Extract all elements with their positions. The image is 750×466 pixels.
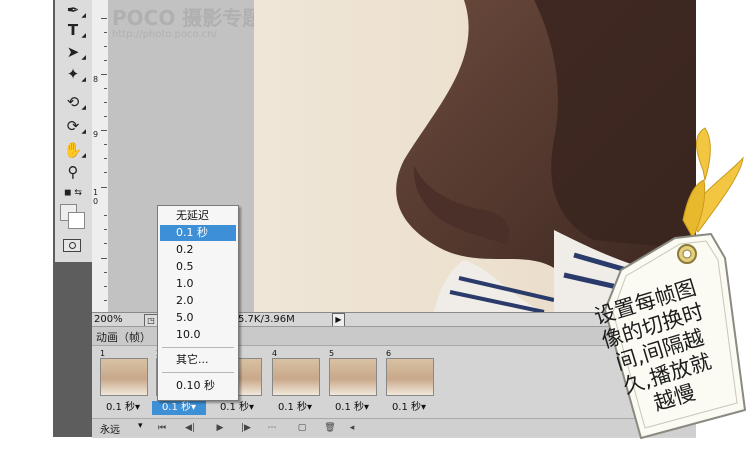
type-tool-icon[interactable]: T ◢ [61,20,86,40]
menu-item-10-0[interactable]: 10.0 [160,327,236,343]
frame-delay[interactable]: 0.1 秒▾ [210,401,264,415]
custom-shape-icon[interactable]: ✦ ◢ [61,64,86,84]
vertical-ruler: 8 9 1 0 [92,0,109,312]
duplicate-frame-icon[interactable]: ▢ [292,421,312,435]
frame-number: 6 [386,349,392,358]
previous-frame-icon[interactable]: ◀︎| [180,421,200,435]
frame-number: 4 [272,349,278,358]
menu-item-0-5[interactable]: 0.5 [160,259,236,275]
frame-delay[interactable]: 0.1 秒▾ [382,401,436,415]
frame-number: 1 [100,349,106,358]
hand-tool-icon[interactable]: ✋ ◢ [61,140,86,160]
animation-frame[interactable]: 6 0.1 秒▾ [382,347,436,417]
status-menu-arrow-icon[interactable]: ▶ [332,313,345,327]
3d-rotate-icon[interactable]: ⟲ ◢ [61,92,86,112]
frame-delay[interactable]: 0.1 秒▾ [268,401,322,415]
swap-colors-icon[interactable]: ◼ ⇆ [61,183,85,203]
next-frame-icon[interactable]: |▶ [236,421,256,435]
menu-item-current-delay[interactable]: 0.10 秒 [160,378,236,394]
ruler-label: 9 [93,130,99,139]
frame-delay-menu: 无延迟 0.1 秒 0.2 0.5 1.0 2.0 5.0 10.0 其它...… [157,205,239,401]
scroll-left-icon[interactable]: ◂ [342,421,362,435]
frame-thumbnail [100,358,148,396]
menu-item-2-0[interactable]: 2.0 [160,293,236,309]
frame-delay[interactable]: 0.1 秒▾ [325,401,379,415]
animation-panel-title[interactable]: 动画（帧） [96,329,151,345]
loop-dropdown-arrow-icon[interactable]: ▾ [138,421,143,431]
menu-item-0-2[interactable]: 0.2 [160,242,236,258]
menu-separator [162,372,234,373]
frame-thumbnail [272,358,320,396]
quick-mask-icon[interactable] [63,239,81,252]
poco-watermark: POCO 摄影专题 http://photo.poco.cn/ [112,2,262,40]
menu-item-other[interactable]: 其它... [160,352,236,368]
first-frame-icon[interactable]: ⏮ [152,421,172,435]
play-icon[interactable]: ▶ [210,421,230,435]
menu-item-0-1[interactable]: 0.1 秒 [160,225,236,241]
ruler-label: 1 [93,188,99,197]
pen-tool-icon[interactable]: ✒ ◢ [61,0,86,20]
tools-panel: ✒ ◢ T ◢ ➤ ◢ ✦ ◢ ⟲ ◢ ⟳ ◢ ✋ ◢ ⚲ ◼ ⇆ [55,0,93,262]
frame-thumbnail [329,358,377,396]
menu-item-no-delay[interactable]: 无延迟 [160,208,236,224]
delete-frame-icon[interactable]: 🗑 [320,421,340,435]
watermark-logo: POCO 摄影专题 [112,6,263,30]
hanging-tag-annotation: 设置每帧图像的切换时间,间隔越久,播放就越慢 [583,120,750,460]
menu-item-5-0[interactable]: 5.0 [160,310,236,326]
ruler-label: 8 [93,75,99,84]
background-color-swatch[interactable] [68,212,85,229]
frame-number: 5 [329,349,335,358]
frame-delay[interactable]: 0.1 秒▾ [96,401,150,415]
animation-frame[interactable]: 5 0.1 秒▾ [325,347,379,417]
path-selection-icon[interactable]: ➤ ◢ [61,42,86,62]
tween-icon[interactable]: ⋯ [262,421,282,435]
3d-orbit-icon[interactable]: ⟳ ◢ [61,116,86,136]
animation-frame[interactable]: 4 0.1 秒▾ [268,347,322,417]
zoom-level[interactable]: 200% [94,314,123,325]
zoom-tool-icon[interactable]: ⚲ [61,162,85,182]
frame-delay[interactable]: 0.1 秒▾ [152,401,206,415]
frame-thumbnail [386,358,434,396]
animation-frame[interactable]: 1 0.1 秒▾ [96,347,150,417]
loop-select[interactable]: 永远 [100,421,120,436]
document-size: 5.7K/3.96M [238,314,295,325]
menu-item-1-0[interactable]: 1.0 [160,276,236,292]
ruler-label: 0 [93,197,99,206]
menu-separator [162,347,234,348]
